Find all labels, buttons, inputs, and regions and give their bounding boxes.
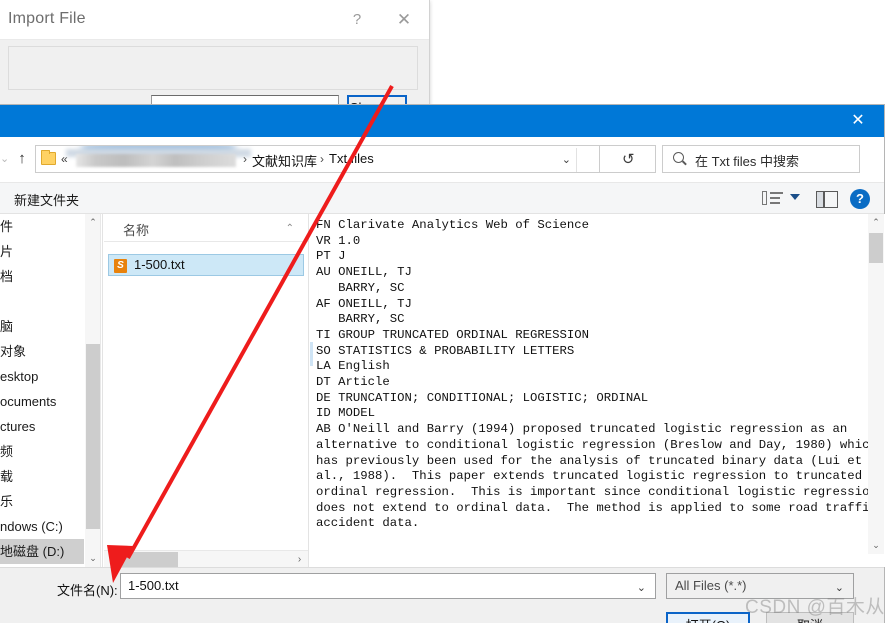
sidebar-item[interactable]: 片 [0, 239, 84, 264]
sidebar-item[interactable]: 件 [0, 214, 84, 239]
sidebar-item[interactable] [0, 289, 84, 314]
close-icon[interactable]: ✕ [391, 9, 417, 31]
file-name-label: 1-500.txt [134, 257, 185, 272]
scrollbar-thumb[interactable] [869, 233, 883, 263]
scroll-up-icon[interactable]: ⌃ [868, 214, 884, 231]
dialog-main-area: 件片档脑对象 esktop ocuments ctures 频载乐 ndows (C:) 地… [0, 214, 885, 567]
redacted-path-segment [76, 154, 236, 167]
import-file-dialog: Import File ? ✕ Import File: Choose... [0, 0, 430, 118]
view-icon-line [770, 192, 783, 194]
sidebar-item[interactable]: ocuments [0, 389, 84, 414]
pane-splitter[interactable] [102, 214, 103, 567]
new-folder-button[interactable]: 新建文件夹 [14, 190, 79, 209]
import-dialog-title: Import File [8, 10, 86, 27]
preview-pane-toggle-icon[interactable] [816, 191, 838, 208]
filename-label: 文件名(N): [57, 583, 118, 598]
navigation-pane-scrollbar[interactable]: ⌃ ⌄ [85, 214, 101, 567]
breadcrumb-separator: › [243, 152, 247, 166]
sublime-text-file-icon: S [114, 259, 127, 273]
view-options-icon[interactable] [762, 191, 784, 207]
sidebar-item[interactable]: 脑 [0, 314, 84, 339]
address-bar[interactable]: « › 文献知识库 › Txt files ⌄ [35, 145, 600, 173]
file-dialog-titlebar: ✕ [0, 105, 884, 137]
column-header-name[interactable]: 名称 [123, 220, 149, 239]
sidebar-item[interactable]: 乐 [0, 489, 84, 514]
preview-content: FN Clarivate Analytics Web of Science VR… [316, 218, 877, 531]
refresh-icon: ↺ [622, 151, 635, 168]
filename-value: 1-500.txt [128, 578, 179, 593]
navigation-pane: 件片档脑对象 esktop ocuments ctures 频载乐 ndows (C:) 地… [0, 214, 84, 567]
screenshot-root: Import File ? ✕ Import File: Choose... ✕… [0, 0, 885, 623]
breadcrumb-item-0[interactable]: 文献知识库 [252, 151, 317, 170]
scrollbar-thumb[interactable] [86, 344, 100, 529]
sidebar-item[interactable]: 对象 [0, 339, 84, 364]
preview-scrollbar[interactable]: ⌃ ⌄ [868, 214, 884, 554]
file-list-header[interactable]: 名称 ⌃ [104, 214, 308, 242]
search-box[interactable]: 在 Txt files 中搜索 [662, 145, 860, 173]
scrollbar-thumb[interactable] [122, 552, 178, 567]
file-open-dialog: ✕ ⌄ ↑ « › 文献知识库 › Txt files ⌄ ↺ 在 Txt fi… [0, 104, 885, 623]
filetype-select[interactable]: All Files (*.*) ⌄ [666, 573, 854, 599]
cancel-button[interactable]: 取消 [766, 612, 854, 623]
dialog-bottom-bar: 文件名(N): 1-500.txt ⌄ All Files (*.*) ⌄ 打开… [0, 567, 884, 623]
chevron-down-icon[interactable]: ⌄ [637, 581, 646, 594]
import-dialog-titlebar: Import File ? ✕ [0, 0, 429, 40]
pane-splitter[interactable] [308, 214, 309, 567]
search-icon [673, 152, 684, 163]
view-icon-column [762, 191, 767, 205]
up-arrow-icon[interactable]: ↑ [12, 150, 32, 170]
breadcrumb-separator: › [320, 152, 324, 166]
help-icon[interactable]: ? [850, 189, 870, 209]
open-button[interactable]: 打开(O) [666, 612, 750, 623]
chevron-down-icon[interactable]: ⌄ [562, 153, 571, 166]
scroll-right-icon[interactable]: › [291, 551, 308, 568]
sidebar-item[interactable]: esktop [0, 364, 84, 389]
sort-ascending-icon: ⌃ [285, 223, 294, 234]
command-bar: 新建文件夹 ? [0, 182, 884, 214]
view-icon-line [770, 197, 780, 199]
folder-icon [41, 150, 56, 165]
sidebar-item[interactable]: ndows (C:) [0, 514, 84, 539]
file-preview-pane: FN Clarivate Analytics Web of Science VR… [310, 214, 885, 567]
back-chevron-icon[interactable]: ⌄ [0, 152, 10, 166]
preview-caret [310, 342, 313, 366]
sidebar-item[interactable]: 载 [0, 464, 84, 489]
scroll-left-icon[interactable]: ‹ [104, 551, 121, 568]
scroll-down-icon[interactable]: ⌄ [868, 537, 884, 554]
file-list-hscrollbar[interactable]: ‹ › [104, 550, 308, 567]
breadcrumb-item-1[interactable]: Txt files [329, 151, 374, 166]
sidebar-item[interactable]: 频 [0, 439, 84, 464]
scroll-up-icon[interactable]: ⌃ [85, 214, 101, 231]
file-list-pane: 名称 ⌃ S 1-500.txt ‹ › [104, 214, 308, 567]
address-divider [576, 148, 577, 172]
refresh-button[interactable]: ↺ [600, 145, 656, 173]
import-field-group [8, 46, 418, 90]
navigation-bar: ⌄ ↑ « › 文献知识库 › Txt files ⌄ ↺ 在 Txt file… [0, 137, 884, 182]
view-icon-line [770, 202, 780, 204]
chevron-down-icon[interactable] [790, 194, 800, 200]
filetype-value: All Files (*.*) [675, 578, 747, 593]
search-placeholder: 在 Txt files 中搜索 [695, 154, 800, 169]
scroll-down-icon[interactable]: ⌄ [85, 550, 101, 567]
close-icon[interactable]: ✕ [844, 109, 872, 133]
chevron-down-icon: ⌄ [834, 582, 844, 594]
list-item[interactable]: S 1-500.txt [108, 254, 304, 276]
sidebar-item[interactable]: ctures [0, 414, 84, 439]
sidebar-item[interactable]: 地磁盘 (D:) [0, 539, 84, 564]
filename-input[interactable]: 1-500.txt ⌄ [120, 573, 656, 599]
help-icon[interactable]: ? [344, 9, 370, 31]
sidebar-item[interactable]: 档 [0, 264, 84, 289]
